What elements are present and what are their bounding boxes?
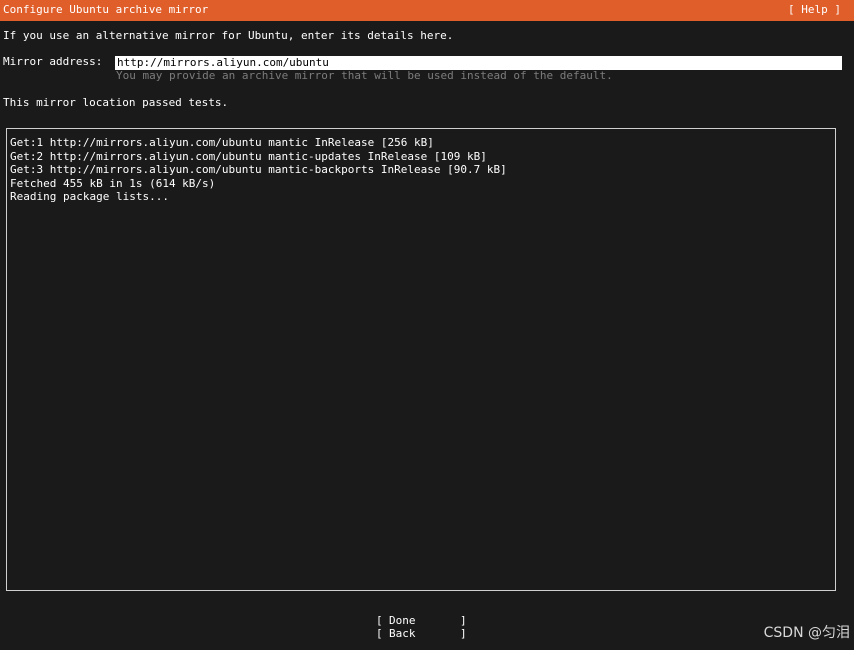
- bracket-close: ]: [460, 614, 467, 627]
- log-output-box[interactable]: Get:1 http://mirrors.aliyun.com/ubuntu m…: [6, 128, 836, 591]
- help-button[interactable]: [ Help ]: [788, 3, 841, 17]
- log-line: Fetched 455 kB in 1s (614 kB/s): [10, 176, 216, 190]
- log-line: Get:1 http://mirrors.aliyun.com/ubuntu m…: [10, 136, 434, 149]
- page-title: Configure Ubuntu archive mirror: [3, 3, 209, 16]
- bracket-close: ]: [460, 627, 467, 640]
- mirror-status-text: This mirror location passed tests.: [3, 96, 229, 109]
- title-bar: Configure Ubuntu archive mirror [ Help ]: [0, 0, 854, 21]
- log-line: Get:2 http://mirrors.aliyun.com/ubuntu m…: [10, 149, 487, 163]
- mirror-address-input[interactable]: [115, 56, 842, 70]
- log-line: Get:3 http://mirrors.aliyun.com/ubuntu m…: [10, 163, 507, 176]
- watermark: CSDN @匀泪: [763, 625, 850, 641]
- bracket-open: [: [376, 614, 383, 627]
- intro-text: If you use an alternative mirror for Ubu…: [3, 29, 454, 42]
- back-button-label: Back: [389, 627, 416, 640]
- log-line: Reading package lists...: [10, 190, 169, 203]
- back-button[interactable]: [ Back ]: [376, 627, 470, 650]
- mirror-address-hint: You may provide an archive mirror that w…: [116, 69, 613, 82]
- done-button-label: Done: [389, 614, 416, 627]
- bracket-open: [: [376, 627, 383, 640]
- log-lines: Get:1 http://mirrors.aliyun.com/ubuntu m…: [10, 136, 507, 204]
- mirror-address-label: Mirror address:: [3, 55, 103, 68]
